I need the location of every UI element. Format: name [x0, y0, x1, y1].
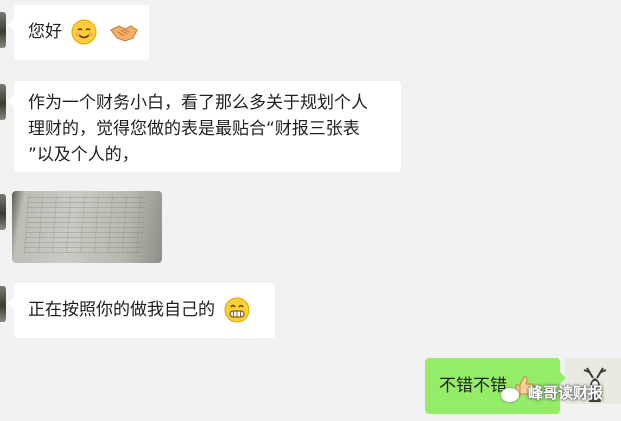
message-bubble[interactable]: 正在按照你的做我自己的 — [8, 283, 275, 338]
grin-emoji — [224, 297, 250, 323]
contact-avatar[interactable] — [0, 194, 6, 230]
message-text: 您好 — [28, 22, 62, 42]
message-text: 不错不错 — [439, 376, 507, 396]
message-line: 理财的，觉得您做的表是最贴合“财报三张表 — [28, 119, 360, 139]
handshake-emoji — [110, 25, 138, 42]
contact-avatar[interactable] — [0, 286, 6, 322]
message-text: 正在按照你的做我自己的 — [28, 300, 215, 320]
image-message[interactable] — [12, 191, 162, 263]
message-bubble[interactable]: 您好 — [8, 5, 149, 60]
spreadsheet-photo — [23, 195, 147, 253]
watermark: 峰哥读财报 — [527, 384, 603, 402]
contact-avatar[interactable] — [0, 12, 6, 48]
message-bubble[interactable]: 作为一个财务小白，看了那么多关于规划个人 理财的，觉得您做的表是最贴合“财报三张… — [8, 81, 401, 172]
contact-avatar[interactable] — [0, 84, 6, 120]
message-line: 作为一个财务小白，看了那么多关于规划个人 — [28, 93, 368, 113]
smile-emoji — [71, 19, 97, 45]
message-line: ”以及个人的， — [28, 145, 139, 165]
wechat-logo-icon — [501, 388, 519, 402]
